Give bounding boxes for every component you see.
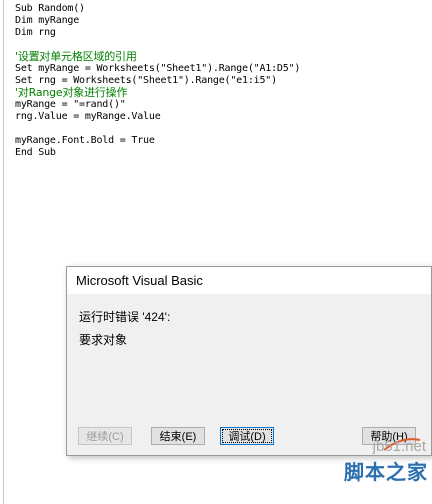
code-line: rng.Value = myRange.Value: [15, 111, 161, 122]
watermark-text: 脚本之家: [344, 460, 428, 484]
code-comment-line: '对Range对象进行操作: [15, 86, 128, 99]
editor-margin-line: [3, 0, 4, 504]
code-comment-line: '设置对单元格区域的引用: [15, 50, 137, 63]
debug-button[interactable]: 调试(D): [220, 427, 274, 445]
end-button[interactable]: 结束(E): [151, 427, 205, 445]
code-line: Dim rng: [15, 27, 56, 38]
code-line: myRange.Font.Bold = True: [15, 135, 155, 146]
error-line-text: 运行时错误 '424':: [79, 310, 171, 324]
continue-button[interactable]: 继续(C): [78, 427, 132, 445]
error-dialog: Microsoft Visual Basic 运行时错误 '424': 要求对象…: [66, 266, 432, 456]
code-area[interactable]: Sub Random() Dim myRange Dim rng '设置对单元格区域的…: [15, 3, 300, 159]
dialog-titlebar[interactable]: Microsoft Visual Basic: [67, 267, 431, 294]
code-line: Set myRange = Worksheets("Sheet1").Range…: [15, 63, 301, 74]
code-line: Sub Random(): [15, 3, 85, 14]
dialog-title: Microsoft Visual Basic: [76, 273, 203, 288]
watermark-url: jb51.net: [372, 438, 426, 455]
watermark: jb51.net 脚本之家: [308, 438, 428, 498]
dialog-body: 运行时错误 '424': 要求对象 继续(C) 结束(E) 调试(D) 帮助(H…: [67, 294, 431, 455]
code-line: myRange = "=rand()": [15, 99, 126, 110]
code-line: Dim myRange: [15, 15, 80, 26]
error-message-text: 要求对象: [79, 333, 128, 347]
code-line: End Sub: [15, 147, 56, 158]
